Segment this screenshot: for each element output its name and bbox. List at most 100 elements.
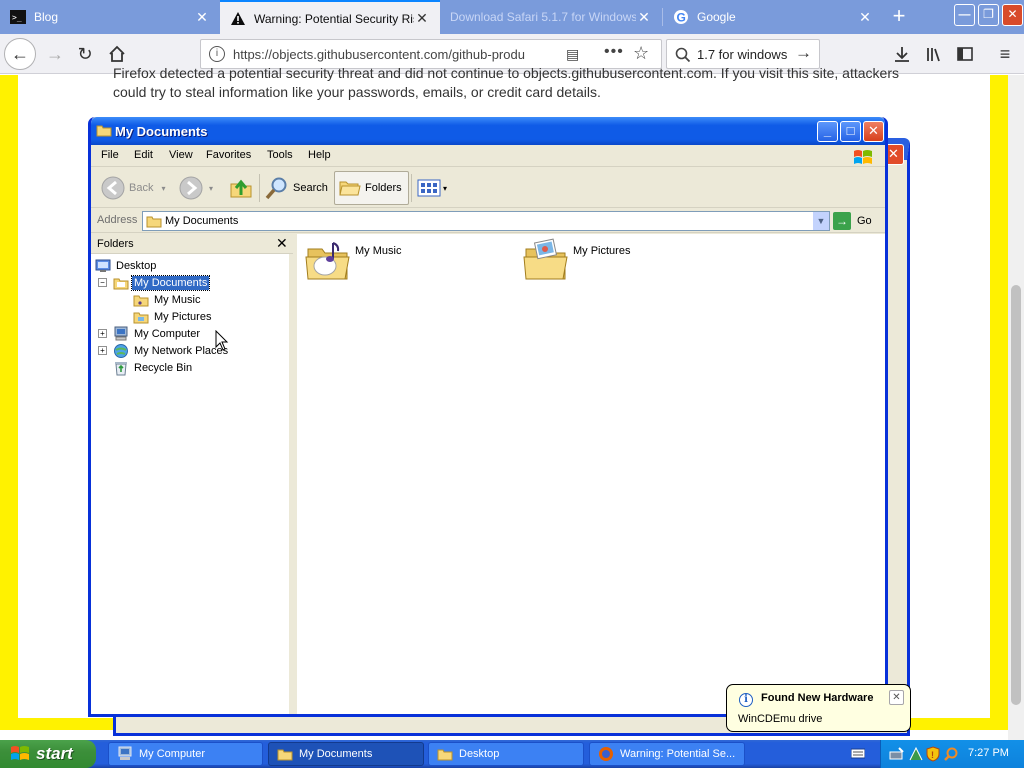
page-scrollbar[interactable] bbox=[1008, 75, 1024, 740]
back-arrow-icon bbox=[101, 176, 125, 200]
library-icon bbox=[927, 48, 940, 62]
sidebar-icon bbox=[957, 47, 973, 61]
close-icon[interactable]: ✕ bbox=[276, 235, 288, 252]
tab-google[interactable]: G Google ✕ bbox=[663, 0, 883, 34]
library-button[interactable] bbox=[919, 39, 949, 69]
folders-pane-header: Folders ✕ bbox=[91, 234, 293, 254]
menu-help[interactable]: Help bbox=[308, 149, 331, 161]
taskbar-button-desktop[interactable]: Desktop bbox=[428, 742, 584, 766]
search-go-icon[interactable]: → bbox=[795, 43, 812, 63]
back-button[interactable]: Back ▾ bbox=[101, 171, 165, 205]
page-actions-icon[interactable]: ••• bbox=[604, 43, 624, 61]
item-my-pictures[interactable]: My Pictures bbox=[523, 237, 630, 286]
menu-favorites[interactable]: Favorites bbox=[206, 149, 251, 161]
chevron-down-icon: ▾ bbox=[209, 183, 214, 193]
explorer-window: My Documents _ □ ✕ File Edit View Favori… bbox=[88, 117, 888, 717]
minimize-button[interactable]: _ bbox=[817, 121, 838, 142]
sidebar-button[interactable] bbox=[950, 39, 980, 69]
clock[interactable]: 7:27 PM bbox=[968, 747, 1009, 759]
info-icon[interactable]: i bbox=[209, 46, 225, 62]
menu-view[interactable]: View bbox=[169, 149, 193, 161]
minimize-button[interactable]: — bbox=[954, 4, 975, 26]
start-button[interactable]: start bbox=[0, 740, 96, 768]
close-icon[interactable]: ✕ bbox=[414, 10, 430, 27]
tree-item-my-documents[interactable]: − My Documents bbox=[98, 274, 211, 291]
forward-button[interactable]: ▾ bbox=[179, 171, 213, 205]
reload-button[interactable]: ↻ bbox=[70, 39, 100, 69]
menu-edit[interactable]: Edit bbox=[134, 149, 153, 161]
info-icon: i bbox=[739, 693, 753, 707]
forward-arrow-icon bbox=[179, 176, 203, 200]
toolbar-separator bbox=[411, 174, 412, 202]
close-icon[interactable]: ✕ bbox=[636, 9, 652, 26]
maximize-button[interactable]: □ bbox=[840, 121, 861, 142]
search-button[interactable]: Search bbox=[265, 171, 328, 205]
restore-button[interactable]: ❐ bbox=[978, 4, 999, 26]
bookmark-star-icon[interactable]: ☆ bbox=[633, 43, 649, 64]
expand-icon[interactable]: + bbox=[98, 329, 107, 338]
tab-security-warning[interactable]: Warning: Potential Security Risk A ✕ bbox=[220, 0, 440, 35]
collapse-icon[interactable]: − bbox=[98, 278, 107, 287]
computer-icon bbox=[117, 746, 133, 762]
address-label: Address bbox=[97, 214, 138, 226]
network-icon bbox=[113, 343, 129, 359]
close-icon[interactable]: ✕ bbox=[889, 690, 904, 705]
documents-folder-icon bbox=[113, 275, 129, 291]
keyboard-icon[interactable] bbox=[850, 747, 866, 761]
tab-safari-download[interactable]: Download Safari 5.1.7 for Windows - ✕ bbox=[440, 0, 662, 34]
taskbar-button-my-computer[interactable]: My Computer bbox=[108, 742, 263, 766]
views-icon bbox=[417, 179, 441, 197]
close-button[interactable]: ✕ bbox=[863, 121, 884, 142]
tab-blog[interactable]: >_ Blog ✕ bbox=[0, 0, 220, 34]
tab-title: Download Safari 5.1.7 for Windows - bbox=[450, 10, 636, 24]
go-button[interactable]: → Go bbox=[833, 211, 872, 231]
taskbar-button-my-documents[interactable]: My Documents bbox=[268, 742, 424, 766]
new-tab-button[interactable]: + bbox=[888, 0, 910, 34]
desktop-icon bbox=[95, 258, 111, 274]
folder-icon bbox=[277, 746, 293, 762]
tree-item-recycle-bin[interactable]: Recycle Bin bbox=[113, 359, 194, 376]
menu-button[interactable]: ≡ bbox=[990, 39, 1020, 69]
folder-icon bbox=[146, 214, 162, 231]
tree-item-my-pictures[interactable]: My Pictures bbox=[133, 308, 213, 325]
close-icon[interactable]: ✕ bbox=[194, 9, 210, 26]
taskbar-button-firefox[interactable]: Warning: Potential Se... bbox=[589, 742, 745, 766]
tree-item-my-music[interactable]: My Music bbox=[133, 291, 202, 308]
hardware-notification-balloon[interactable]: i Found New Hardware ✕ WinCDEmu drive bbox=[726, 684, 911, 732]
terminal-icon: >_ bbox=[10, 9, 26, 25]
tree-item-my-computer[interactable]: + My Computer bbox=[98, 325, 202, 342]
expand-icon[interactable]: + bbox=[98, 346, 107, 355]
music-folder-icon bbox=[305, 237, 351, 286]
menu-bar: File Edit View Favorites Tools Help bbox=[91, 145, 885, 167]
scrollbar-thumb[interactable] bbox=[1011, 285, 1021, 705]
folder-icon bbox=[437, 746, 453, 762]
chevron-down-icon: ▾ bbox=[161, 183, 166, 193]
up-folder-button[interactable] bbox=[229, 171, 253, 205]
explorer-title-bar[interactable]: My Documents _ □ ✕ bbox=[91, 117, 885, 145]
close-window-button[interactable]: ✕ bbox=[1002, 4, 1023, 26]
folders-pane: Folders ✕ Desktop − My Documents My Musi… bbox=[91, 234, 293, 714]
address-dropdown-button[interactable]: ▼ bbox=[812, 212, 829, 230]
network-icon[interactable] bbox=[908, 746, 924, 762]
close-icon[interactable]: ✕ bbox=[857, 9, 873, 26]
windows-logo-icon bbox=[10, 744, 30, 765]
search-input[interactable]: 1.7 for windows bbox=[697, 47, 787, 62]
back-button[interactable]: ← bbox=[4, 38, 36, 70]
menu-file[interactable]: File bbox=[101, 149, 119, 161]
address-input[interactable]: My Documents ▼ bbox=[142, 211, 830, 231]
menu-tools[interactable]: Tools bbox=[267, 149, 293, 161]
reader-view-icon[interactable]: ▤ bbox=[566, 46, 579, 63]
address-bar: Address My Documents ▼ → Go bbox=[91, 209, 885, 233]
computer-icon bbox=[113, 326, 129, 342]
hardware-icon[interactable] bbox=[889, 746, 905, 762]
pictures-folder-icon bbox=[523, 237, 569, 286]
forward-button[interactable]: → bbox=[40, 39, 70, 69]
item-my-music[interactable]: My Music bbox=[305, 237, 401, 286]
security-shield-icon[interactable]: ! bbox=[925, 746, 941, 762]
folders-button[interactable]: Folders bbox=[334, 171, 409, 205]
tree-item-desktop[interactable]: Desktop bbox=[95, 257, 158, 274]
views-button[interactable]: ▾ bbox=[417, 171, 447, 205]
tree-item-my-network-places[interactable]: + My Network Places bbox=[98, 342, 230, 359]
search-icon[interactable] bbox=[943, 746, 959, 762]
folder-icon bbox=[96, 123, 112, 140]
